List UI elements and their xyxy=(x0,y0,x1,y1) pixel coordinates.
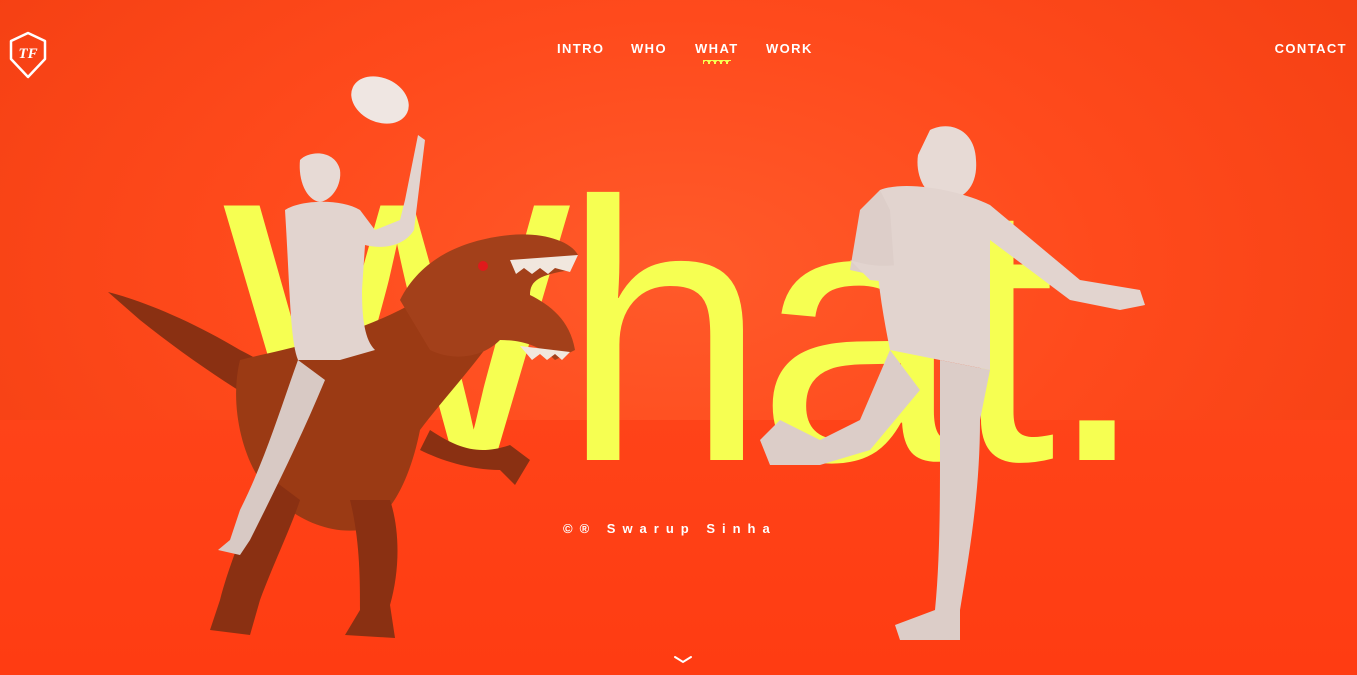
photo-credit: ©® Swarup Sinha xyxy=(563,521,777,536)
nav-item-intro[interactable]: INTRO xyxy=(557,41,604,56)
main-nav: INTRO WHO WHAT WORK CONTACT xyxy=(0,41,1357,64)
nav-item-who[interactable]: WHO xyxy=(631,41,667,56)
contact-link[interactable]: CONTACT xyxy=(1275,41,1347,56)
nav-item-work[interactable]: WORK xyxy=(766,41,813,56)
dinosaur-rider-illustration xyxy=(108,76,578,638)
nav-item-what[interactable]: WHAT xyxy=(695,41,739,64)
hero-section: What. TF INTRO WHO WHAT WORK CONTACT ©® … xyxy=(0,0,1357,675)
running-man-illustration xyxy=(760,126,1145,640)
chevron-down-icon[interactable] xyxy=(673,655,693,665)
